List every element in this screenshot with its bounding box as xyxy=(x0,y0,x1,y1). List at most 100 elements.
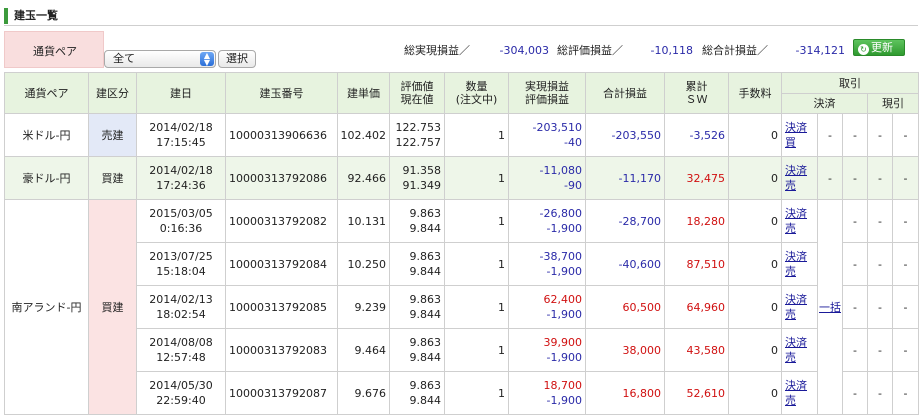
fee-cell: 0 xyxy=(728,371,782,415)
pair-cell: 南アランド-円 xyxy=(4,199,89,415)
position-id-cell: 10000313792084 xyxy=(225,242,338,286)
fee-cell: 0 xyxy=(728,113,782,157)
swap-cell: -3,526 xyxy=(664,113,729,157)
total-pl-cell: -40,600 xyxy=(585,242,665,286)
quantity-cell: 1 xyxy=(444,113,509,157)
side-cell: 売建 xyxy=(88,113,137,157)
quantity-cell: 1 xyxy=(444,285,509,329)
settle-link[interactable]: 決済売 xyxy=(781,371,818,415)
date-cell: 2014/02/13 18:02:54 xyxy=(136,285,226,329)
settle-sub-cell: - xyxy=(842,328,868,372)
quantity-cell: 1 xyxy=(444,199,509,243)
eval-price-cell: 9.863 9.844 xyxy=(389,199,445,243)
header-pl: 実現損益 評価損益 xyxy=(508,72,586,114)
eval-price-cell: 9.863 9.844 xyxy=(389,328,445,372)
fee-cell: 0 xyxy=(728,156,782,200)
fee-cell: 0 xyxy=(728,285,782,329)
select-button[interactable]: 選択 xyxy=(218,50,256,68)
settle-link[interactable]: 決済売 xyxy=(781,242,818,286)
settle-sub-cell: - xyxy=(842,242,868,286)
header-position-id: 建玉番号 xyxy=(225,72,338,114)
receipt-sub-cell: - xyxy=(891,328,920,372)
table-row: 2014/05/30 22:59:40 10000313792087 9.676 … xyxy=(5,371,920,415)
fee-cell: 0 xyxy=(728,242,782,286)
quantity-cell: 1 xyxy=(444,328,509,372)
total-realized-pl-label: 総実現損益／ xyxy=(404,44,470,57)
total-valuation-pl-value: -10,118 xyxy=(650,44,693,57)
section-title: 建玉一覧 xyxy=(4,8,918,24)
total-valuation-pl: 総評価損益／ -10,118 xyxy=(557,42,693,58)
date-cell: 2014/02/18 17:24:36 xyxy=(136,156,226,200)
position-id-cell: 10000313792082 xyxy=(225,199,338,243)
fee-cell: 0 xyxy=(728,199,782,243)
pl-cell: -11,080 -90 xyxy=(508,156,586,200)
table-row: 豪ドル-円 買建 2014/02/18 17:24:36 100003137920… xyxy=(4,156,920,200)
pl-cell: -203,510 -40 xyxy=(508,113,586,157)
currency-pair-select[interactable]: 全て ▲ ▼ xyxy=(104,50,216,68)
pl-cell: -26,800 -1,900 xyxy=(508,199,586,243)
entry-price-cell: 9.464 xyxy=(337,328,390,372)
bulk-settle-link[interactable]: 一括 xyxy=(817,199,843,415)
eval-price-cell: 9.863 9.844 xyxy=(389,242,445,286)
refresh-icon: ↻ xyxy=(858,44,869,55)
grand-total-pl: 総合計損益／ -314,121 xyxy=(702,42,845,58)
date-cell: 2015/03/05 0:16:36 xyxy=(136,199,226,243)
section-divider xyxy=(4,25,918,26)
entry-price-cell: 9.239 xyxy=(337,285,390,329)
currency-pair-selected-value: 全て xyxy=(113,52,135,65)
table-row: 2014/02/13 18:02:54 10000313792085 9.239 … xyxy=(5,285,920,329)
settle-link[interactable]: 決済売 xyxy=(781,156,818,200)
pl-cell: -38,700 -1,900 xyxy=(508,242,586,286)
position-id-cell: 10000313906636 xyxy=(225,113,338,157)
header-eval-price: 評価値 現在値 xyxy=(389,72,445,114)
swap-cell: 18,280 xyxy=(664,199,729,243)
total-pl-cell: -11,170 xyxy=(585,156,665,200)
refresh-button-label: 更新 xyxy=(871,41,893,54)
table-row: 米ドル-円 売建 2014/02/18 17:15:45 100003139066… xyxy=(4,113,920,157)
total-realized-pl: 総実現損益／ -304,003 xyxy=(404,42,549,58)
total-pl-cell: 38,000 xyxy=(585,328,665,372)
receipt-cell: - xyxy=(867,371,893,415)
total-pl-cell: 16,800 xyxy=(585,371,665,415)
table-row: 2013/07/25 15:18:04 10000313792084 10.250… xyxy=(5,242,920,286)
header-total-pl: 合計損益 xyxy=(585,72,665,114)
receipt-sub-cell: - xyxy=(891,156,920,200)
side-cell: 買建 xyxy=(88,199,137,415)
side-cell: 買建 xyxy=(88,156,137,200)
total-valuation-pl-label: 総評価損益／ xyxy=(557,44,623,57)
eval-price-cell: 91.358 91.349 xyxy=(389,156,445,200)
header-pair: 通貨ペア xyxy=(4,72,89,114)
total-pl-cell: 60,500 xyxy=(585,285,665,329)
entry-price-cell: 102.402 xyxy=(337,113,390,157)
settle-link[interactable]: 決済売 xyxy=(781,328,818,372)
header-receipt: 現引 xyxy=(866,93,920,114)
receipt-cell: - xyxy=(867,113,893,157)
receipt-cell: - xyxy=(867,199,893,243)
total-pl-cell: -203,550 xyxy=(585,113,665,157)
settle-sub-cell: - xyxy=(842,156,868,200)
header-trade: 取引 xyxy=(780,72,920,94)
total-realized-pl-value: -304,003 xyxy=(499,44,549,57)
settle-link[interactable]: 決済売 xyxy=(781,285,818,329)
pl-cell: 62,400 -1,900 xyxy=(508,285,586,329)
receipt-sub-cell: - xyxy=(891,113,920,157)
date-cell: 2013/07/25 15:18:04 xyxy=(136,242,226,286)
pl-cell: 18,700 -1,900 xyxy=(508,371,586,415)
table-row: 南アランド-円 買建 2015/03/05 0:16:36 10000313792… xyxy=(4,199,920,415)
refresh-button[interactable]: ↻ 更新 xyxy=(853,39,905,56)
settle-sub-cell: - xyxy=(842,113,868,157)
entry-price-cell: 92.466 xyxy=(337,156,390,200)
settle-link[interactable]: 決済売 xyxy=(781,199,818,243)
receipt-cell: - xyxy=(867,242,893,286)
bulk-settle-cell: - xyxy=(817,113,843,157)
pair-cell: 米ドル-円 xyxy=(4,113,89,157)
entry-price-cell: 9.676 xyxy=(337,371,390,415)
total-pl-cell: -28,700 xyxy=(585,199,665,243)
swap-cell: 87,510 xyxy=(664,242,729,286)
eval-price-cell: 9.863 9.844 xyxy=(389,285,445,329)
settle-sub-cell: - xyxy=(842,285,868,329)
settle-sub-cell: - xyxy=(842,199,868,243)
receipt-cell: - xyxy=(867,156,893,200)
swap-cell: 32,475 xyxy=(664,156,729,200)
settle-link[interactable]: 決済買 xyxy=(781,113,818,157)
